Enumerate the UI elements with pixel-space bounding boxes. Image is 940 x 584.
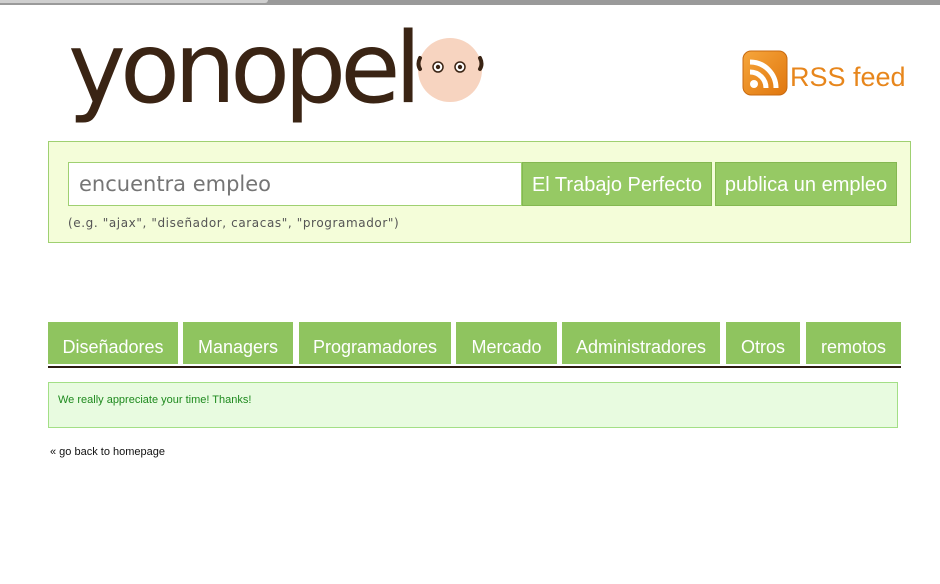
rss-icon: [742, 50, 788, 96]
logo-text: yonopel: [68, 12, 422, 126]
smiley-face-icon: [416, 38, 484, 102]
rss-feed-label: RSS feed: [790, 61, 906, 92]
search-hint: (e.g. "ajax", "diseñador, caracas", "pro…: [68, 216, 400, 230]
tab-administradores[interactable]: Administradores: [562, 322, 720, 364]
thank-you-message: We really appreciate your time! Thanks!: [48, 382, 898, 428]
rss-feed-link[interactable]: RSS feed: [742, 48, 906, 98]
tab-programadores[interactable]: Programadores: [299, 322, 451, 364]
find-job-button[interactable]: El Trabajo Perfecto: [522, 162, 712, 206]
tab-remotos[interactable]: remotos: [806, 322, 901, 364]
tab-otros[interactable]: Otros: [726, 322, 800, 364]
browser-tab[interactable]: [0, 0, 268, 3]
tab-mercado[interactable]: Mercado: [456, 322, 557, 364]
search-input[interactable]: [68, 162, 522, 206]
tab-managers[interactable]: Managers: [183, 322, 293, 364]
search-panel: El Trabajo Perfecto publica un empleo (e…: [48, 141, 911, 243]
category-nav: Diseñadores Managers Programadores Merca…: [48, 322, 901, 368]
post-job-button[interactable]: publica un empleo: [715, 162, 897, 206]
back-to-homepage-link[interactable]: « go back to homepage: [50, 446, 165, 458]
browser-top-bar: [0, 0, 940, 5]
site-logo[interactable]: yonopel: [68, 14, 498, 128]
tab-disenadores[interactable]: Diseñadores: [48, 322, 178, 364]
